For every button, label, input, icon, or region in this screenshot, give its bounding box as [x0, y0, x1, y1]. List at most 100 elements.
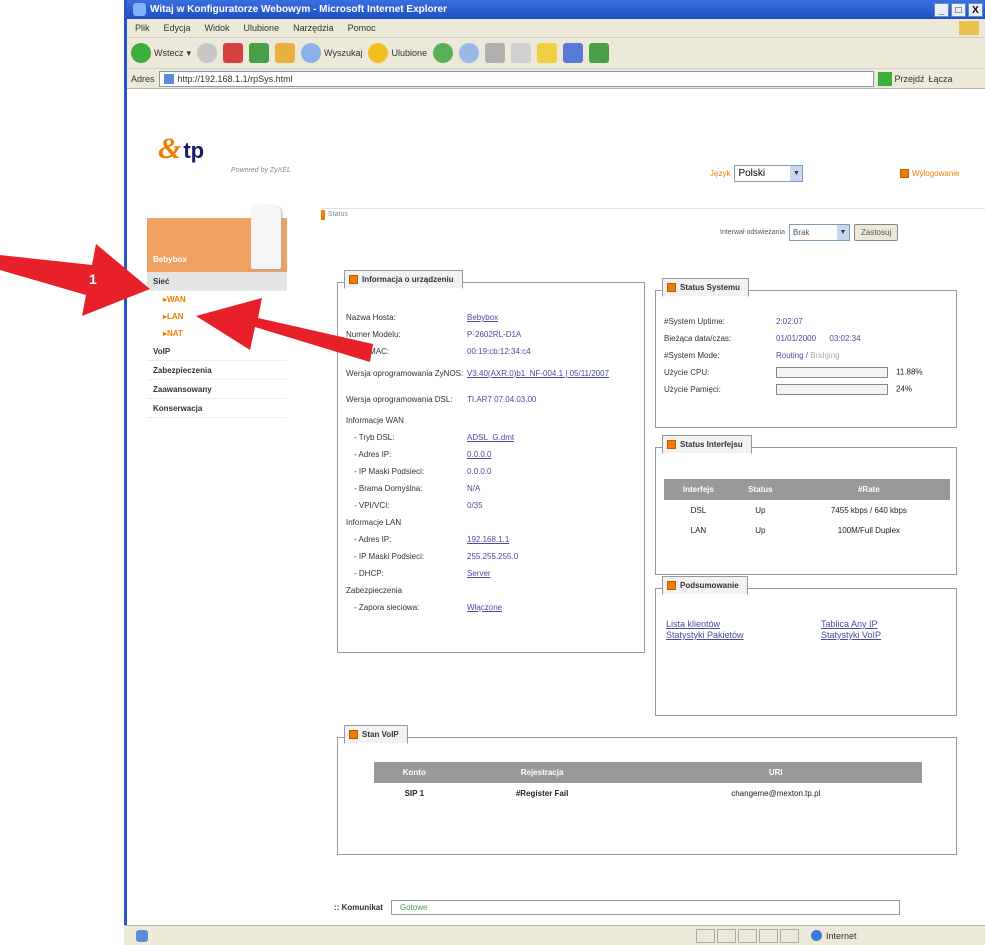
- go-button[interactable]: Przejdź: [877, 71, 925, 86]
- nav-sub-lan[interactable]: ▸LAN: [147, 308, 287, 325]
- logout-link[interactable]: Wylogowanie: [900, 169, 960, 178]
- ie-status-bar: Internet: [124, 925, 985, 945]
- firewall-label: - Zapora sieciowa:: [354, 603, 420, 612]
- cpu-usage-bar: [776, 367, 888, 378]
- nav-sub-lan-label: LAN: [167, 312, 184, 321]
- print-icon[interactable]: [485, 43, 506, 63]
- messenger-icon[interactable]: [563, 43, 584, 63]
- wan-ip-value[interactable]: 0.0.0.0: [467, 450, 638, 459]
- col-interface: Interfejs: [664, 479, 733, 500]
- page-icon: [163, 73, 174, 84]
- address-input[interactable]: http://192.168.1.1/rpSys.html: [158, 70, 874, 87]
- nav-sub-nat[interactable]: ▸NAT: [147, 325, 287, 342]
- favorites-button[interactable]: Ulubione: [368, 43, 427, 63]
- nav-item-network[interactable]: Sieć: [147, 272, 287, 291]
- system-mode-value: Routing / Bridging: [776, 351, 950, 360]
- packet-stats-link[interactable]: Statystyki Pakietów: [666, 630, 821, 640]
- wan-mask-label: - IP Maski Podsieci:: [354, 467, 425, 476]
- nav-item-advanced[interactable]: Zaawansowany: [147, 380, 287, 399]
- firewall-value[interactable]: Włączone: [467, 603, 638, 612]
- refresh-value: Brak: [792, 228, 810, 237]
- panel-icon: [349, 275, 358, 284]
- vpi-vci-label: - VPI/VCI:: [354, 501, 390, 510]
- menu-help[interactable]: Pomoc: [348, 23, 376, 33]
- nav-sub-nat-label: NAT: [167, 329, 183, 338]
- maximize-button[interactable]: □: [951, 2, 966, 17]
- globe-icon: [811, 930, 822, 941]
- summary-links: Lista klientów Tablica Any IP Statystyki…: [666, 619, 946, 640]
- model-value: P-2602RL-D1A: [467, 330, 522, 339]
- mail-icon[interactable]: [459, 43, 480, 63]
- interface-status: Up: [755, 525, 766, 535]
- wan-ip-label: - Adres IP:: [354, 450, 392, 459]
- nav-header: Bebybox: [147, 205, 287, 272]
- language-value: Polski: [738, 168, 766, 179]
- menu-file[interactable]: Plik: [135, 23, 150, 33]
- vpi-vci-value: 0/35: [467, 501, 483, 510]
- menu-favorites[interactable]: Ulubione: [244, 23, 280, 33]
- menu-view[interactable]: Widok: [205, 23, 230, 33]
- links-label[interactable]: Łącza: [929, 74, 953, 84]
- menu-edit[interactable]: Edycja: [164, 23, 191, 33]
- zynos-version-value[interactable]: V3.40(AXR.0)b1_NF-004.1 | 05/11/2007: [467, 369, 638, 378]
- breadcrumb: Status: [321, 208, 985, 220]
- search-icon: [301, 43, 322, 63]
- panel-icon: [349, 730, 358, 739]
- panel-icon: [667, 283, 676, 292]
- router-device-icon: [251, 205, 281, 269]
- mode-routing: Routing: [776, 351, 804, 360]
- memory-label: Użycie Pamięci:: [664, 385, 721, 394]
- back-button[interactable]: Wstecz ▾: [131, 43, 191, 63]
- client-list-link[interactable]: Lista klientów: [666, 619, 821, 629]
- language-select[interactable]: Polski ▼: [734, 165, 804, 182]
- dhcp-value[interactable]: Server: [467, 569, 638, 578]
- zynos-version-label: Wersja oprogramowania ZyNOS:: [346, 368, 464, 378]
- lan-info-heading: Informacje LAN: [346, 518, 402, 527]
- security-heading: Zabezpieczenia: [346, 586, 403, 595]
- nav-sub-wan[interactable]: ▸WAN: [147, 291, 287, 308]
- device-info-tab: Informacja o urządzeniu: [344, 270, 463, 289]
- network-icon[interactable]: [589, 43, 610, 63]
- menu-tools[interactable]: Narzędzia: [293, 23, 334, 33]
- hostname-value[interactable]: Bebybox: [467, 313, 638, 322]
- address-label: Adres: [131, 73, 155, 84]
- refresh-controls: Interwał odświeżania Brak ▼ Zastosuj: [720, 224, 899, 241]
- forward-arrow-icon[interactable]: [197, 43, 218, 63]
- interface-status: Up: [755, 505, 766, 515]
- folder-icon[interactable]: [537, 43, 558, 63]
- lan-mask-label: - IP Maski Podsieci:: [354, 552, 425, 561]
- voip-stats-link[interactable]: Statystyki VoIP: [821, 630, 946, 640]
- any-ip-table-link[interactable]: Tablica Any IP: [821, 619, 946, 629]
- favorites-label: Ulubione: [391, 48, 428, 58]
- minimize-button[interactable]: _: [934, 2, 949, 17]
- interface-status-title: Status Interfejsu: [680, 440, 743, 449]
- edit-icon[interactable]: [511, 43, 532, 63]
- message-box: Gotowe: [390, 900, 900, 915]
- search-button[interactable]: Wyszukaj: [301, 43, 362, 63]
- title-bar: Witaj w Konfiguratorze Webowym - Microso…: [127, 0, 985, 19]
- message-label-text: Komunikat: [341, 903, 383, 912]
- dsl-mode-value[interactable]: ADSL_G.dmt: [467, 433, 638, 442]
- model-label: Numer Modelu:: [346, 330, 401, 339]
- voip-registration: #Register Fail: [515, 788, 569, 798]
- time-value: 03:02:34: [829, 334, 861, 343]
- close-button[interactable]: X: [968, 2, 983, 17]
- refresh-icon[interactable]: [249, 43, 270, 63]
- stop-icon[interactable]: [223, 43, 244, 63]
- table-row: LAN Up 100M/Full Duplex: [664, 520, 950, 540]
- system-status-tab: Status Systemu: [662, 278, 750, 297]
- refresh-interval-select[interactable]: Brak ▼: [788, 224, 850, 241]
- col-account: Konto: [374, 762, 455, 783]
- apply-button[interactable]: Zastosuj: [853, 224, 899, 241]
- nav-item-maintenance[interactable]: Konserwacja: [147, 399, 287, 418]
- breadcrumb-label: Status: [328, 211, 348, 218]
- lan-ip-label: - Adres IP:: [354, 535, 392, 544]
- logout-label: Wylogowanie: [912, 169, 960, 178]
- gateway-value: N/A: [467, 484, 481, 493]
- nav-item-security[interactable]: Zabezpieczenia: [147, 361, 287, 380]
- home-icon[interactable]: [275, 43, 296, 63]
- col-uri: URI: [629, 762, 922, 783]
- nav-item-voip[interactable]: VoIP: [147, 342, 287, 361]
- history-icon[interactable]: [433, 43, 454, 63]
- lan-ip-value[interactable]: 192.168.1.1: [467, 535, 638, 544]
